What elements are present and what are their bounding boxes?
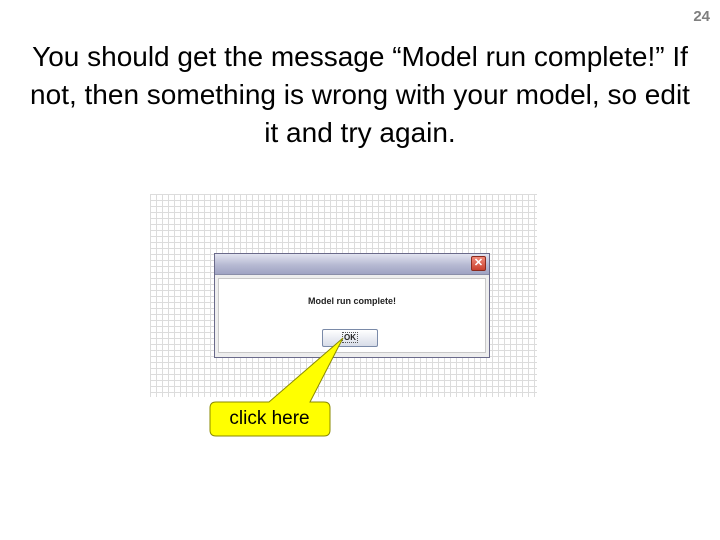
message-dialog: ✕ Model run complete! OK — [214, 253, 490, 358]
ok-button[interactable]: OK — [322, 329, 378, 347]
slide-number: 24 — [693, 8, 710, 25]
slide-title: You should get the message “Model run co… — [30, 41, 690, 148]
dialog-body: Model run complete! OK — [218, 278, 486, 353]
dialog-message: Model run complete! — [307, 296, 396, 306]
ok-button-label: OK — [342, 332, 358, 343]
dialog-titlebar[interactable]: ✕ — [215, 254, 489, 275]
callout-label: click here — [229, 408, 310, 429]
close-icon[interactable]: ✕ — [471, 256, 486, 271]
